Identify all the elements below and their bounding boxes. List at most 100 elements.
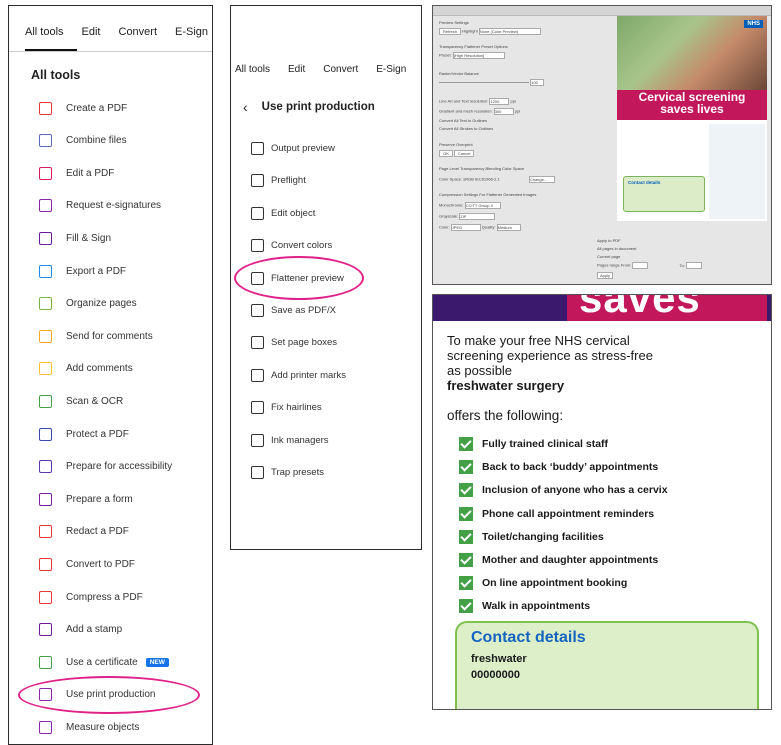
tab-edit[interactable]: Edit: [288, 64, 305, 75]
checkmark-icon: [459, 437, 473, 451]
trap-presets-icon: [251, 466, 264, 479]
highlight-select[interactable]: None (Color Preview): [478, 28, 541, 35]
ok-button[interactable]: OK: [439, 150, 453, 157]
cancel-button[interactable]: Cancel: [454, 150, 475, 157]
apply-all-pages[interactable]: All pages in document: [597, 246, 702, 251]
tool-item[interactable]: Use print production: [39, 687, 156, 703]
tool-label: Combine files: [66, 135, 127, 147]
mono-select[interactable]: CCITT Group 4: [464, 202, 501, 209]
accessibility-icon: [39, 460, 52, 474]
tool-item[interactable]: Prepare for accessibility: [39, 459, 172, 475]
print-production-item[interactable]: Edit object: [251, 206, 315, 220]
tab-convert[interactable]: Convert: [119, 26, 158, 38]
item-label: Add printer marks: [271, 369, 346, 381]
tool-item[interactable]: Add a stamp: [39, 622, 122, 638]
to-input[interactable]: [685, 262, 702, 269]
flattener-preview-dialog: Preview Settings Refresh Highlight None …: [432, 5, 772, 285]
to-label: To:: [679, 262, 685, 268]
apply-to-pdf: Apply to PDF All pages in document Curre…: [597, 238, 702, 279]
tool-item[interactable]: Create a PDF: [39, 100, 127, 116]
print-production-item[interactable]: Set page boxes: [251, 336, 337, 350]
flattener-settings: Preview Settings Refresh Highlight None …: [433, 16, 608, 274]
pdf-create-icon: [39, 101, 52, 115]
print-production-item[interactable]: Preflight: [251, 174, 306, 188]
flattener-preview-icon: [251, 271, 264, 285]
apply-button[interactable]: Apply: [597, 272, 613, 279]
color-select[interactable]: JPEG: [450, 224, 481, 231]
gradient-row: Gradient and mesh resolution: 300 ppi: [439, 108, 520, 115]
tool-item[interactable]: Organize pages: [39, 296, 137, 312]
gradient-input[interactable]: 300: [493, 108, 514, 115]
checklist-label: Phone call appointment reminders: [482, 507, 655, 520]
print-production-item[interactable]: Flattener preview: [251, 271, 344, 285]
print-production-item[interactable]: Trap presets: [251, 466, 324, 479]
gray-select[interactable]: ZIP: [459, 213, 496, 220]
add-comments-icon: [39, 362, 52, 376]
prepare-form-icon: [39, 492, 52, 506]
tool-label: Use print production: [66, 689, 156, 701]
print-production-item[interactable]: Convert colors: [251, 239, 333, 253]
balance-slider[interactable]: [439, 82, 529, 83]
change-button[interactable]: Change...: [528, 176, 555, 183]
from-input[interactable]: [632, 262, 649, 269]
tool-item[interactable]: Prepare a form: [39, 491, 133, 507]
item-label: Ink managers: [271, 434, 329, 446]
certificate-icon: [39, 655, 52, 669]
ppi-unit: ppi: [514, 108, 521, 114]
item-label: Fix hairlines: [271, 402, 322, 414]
tab-edit[interactable]: Edit: [82, 26, 101, 38]
checkmark-icon: [459, 576, 473, 591]
item-label: Convert colors: [271, 240, 333, 252]
tab-esign[interactable]: E-Sign: [376, 64, 406, 75]
combine-files-icon: [39, 134, 52, 148]
preset-select[interactable]: [High Resolution]: [452, 52, 505, 59]
balance-value[interactable]: 100: [530, 79, 545, 86]
refresh-button[interactable]: Refresh: [439, 28, 461, 35]
print-production-item[interactable]: Output preview: [251, 142, 335, 155]
quality-select[interactable]: Medium: [496, 224, 521, 231]
option-stroke-outlines[interactable]: Convert All Strokes to Outlines: [439, 126, 493, 131]
surgery-name: freshwater surgery: [447, 378, 565, 393]
tool-item[interactable]: Convert to PDF: [39, 556, 135, 572]
tool-item[interactable]: Export a PDF: [39, 263, 126, 279]
option-preserve-overprint[interactable]: Preserve Overprint: [439, 142, 473, 147]
tool-label: Measure objects: [66, 721, 140, 733]
hairlines-icon: [251, 401, 264, 415]
preset-label: Preset:: [439, 52, 452, 58]
print-production-item[interactable]: Fix hairlines: [251, 401, 322, 415]
print-production-item[interactable]: Save as PDF/X: [251, 304, 336, 317]
tool-label: Add comments: [66, 363, 133, 375]
color-space-label: Color Space:: [439, 176, 463, 182]
print-production-item[interactable]: Ink managers: [251, 433, 329, 447]
checklist-item: Fully trained clinical staff: [459, 437, 608, 451]
print-production-item[interactable]: Add printer marks: [251, 368, 346, 382]
item-label: Output preview: [271, 143, 335, 154]
send-comments-icon: [39, 329, 52, 343]
tool-item[interactable]: Send for comments: [39, 328, 153, 344]
tool-item[interactable]: Scan & OCR: [39, 393, 123, 409]
tool-item[interactable]: Redact a PDF: [39, 524, 129, 540]
option-text-outlines[interactable]: Convert All Text to Outlines: [439, 118, 487, 123]
tab-convert[interactable]: Convert: [323, 64, 358, 75]
preset-row: Preset: [High Resolution]: [439, 52, 505, 59]
tab-all-tools[interactable]: All tools: [25, 26, 64, 38]
tool-item[interactable]: Combine files: [39, 133, 127, 149]
tab-esign[interactable]: E-Sign: [175, 26, 208, 38]
item-label: Save as PDF/X: [271, 305, 336, 316]
tool-item[interactable]: Protect a PDF: [39, 426, 129, 442]
tab-all-tools[interactable]: All tools: [235, 64, 270, 75]
back-chevron-icon[interactable]: ‹: [243, 99, 248, 115]
tool-item[interactable]: Request e-signatures: [39, 198, 161, 214]
tool-item[interactable]: Add comments: [39, 361, 133, 377]
contact-title: Contact details: [471, 629, 586, 646]
apply-page-range[interactable]: Pages range: [597, 263, 620, 268]
tool-item[interactable]: Compress a PDF: [39, 589, 143, 605]
tool-item[interactable]: Fill & Sign: [39, 230, 111, 246]
export-pdf-icon: [39, 264, 52, 278]
tool-item[interactable]: Edit a PDF: [39, 165, 114, 181]
apply-current-page[interactable]: Current page: [597, 254, 702, 259]
tool-item[interactable]: Use a certificate NEW: [39, 654, 169, 670]
line-art-input[interactable]: 1200: [489, 98, 510, 105]
protect-pdf-icon: [39, 427, 52, 441]
top-tabs: All tools Edit Convert E-Sign: [235, 64, 406, 75]
